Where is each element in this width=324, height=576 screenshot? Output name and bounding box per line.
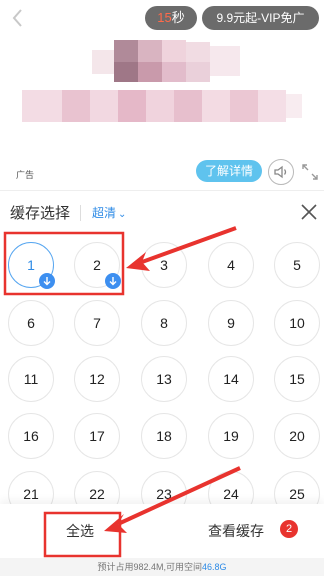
- episode-button[interactable]: 16: [8, 413, 54, 459]
- storage-info: 预计占用982.4M,可用空间46.8G: [0, 558, 324, 576]
- episode-number: 16: [23, 428, 39, 444]
- episode-number: 20: [289, 428, 305, 444]
- panel-title: 缓存选择: [10, 205, 71, 222]
- view-cache-button[interactable]: 查看缓存: [208, 521, 264, 541]
- vip-skip-ad-button[interactable]: 9.9元起-VIP免广: [202, 6, 319, 30]
- ad-tag: 广告: [16, 170, 35, 180]
- episode-number: 9: [227, 315, 235, 331]
- episode-number: 24: [223, 486, 239, 502]
- download-icon: [105, 273, 121, 289]
- episode-number: 23: [156, 486, 172, 502]
- blurred-ad-image: [92, 40, 242, 82]
- episode-number: 2: [93, 257, 101, 273]
- episode-number: 18: [156, 428, 172, 444]
- episode-button[interactable]: 12: [74, 356, 120, 402]
- episode-number: 22: [89, 486, 105, 502]
- episode-number: 4: [227, 257, 235, 273]
- countdown-value: 15: [157, 10, 172, 25]
- episode-number: 21: [23, 486, 39, 502]
- episode-number: 8: [160, 315, 168, 331]
- episode-number: 3: [160, 257, 168, 273]
- learn-more-button[interactable]: 了解详情: [196, 160, 262, 182]
- fullscreen-icon[interactable]: [300, 162, 320, 182]
- episode-number: 14: [223, 371, 239, 387]
- episode-number: 19: [223, 428, 239, 444]
- bottom-action-bar: 全选 查看缓存 2: [0, 504, 324, 558]
- chevron-down-icon: ⌄: [118, 209, 127, 220]
- volume-icon: [274, 165, 287, 179]
- episode-button[interactable]: 18: [141, 413, 187, 459]
- episode-button[interactable]: 14: [208, 356, 254, 402]
- episode-button[interactable]: 5: [274, 242, 320, 288]
- cache-count-badge: 2: [280, 520, 298, 538]
- blurred-ad-text: [22, 90, 302, 122]
- episode-button[interactable]: 19: [208, 413, 254, 459]
- divider: [80, 205, 81, 221]
- episode-button[interactable]: 1: [8, 242, 55, 289]
- episode-button[interactable]: 15: [274, 356, 320, 402]
- episode-number: 11: [23, 371, 39, 387]
- quality-selector[interactable]: 超清 ⌄: [92, 204, 126, 221]
- storage-estimate: 预计占用982.4M,可用空间: [97, 562, 202, 572]
- download-icon: [39, 273, 55, 289]
- countdown-unit: 秒: [171, 10, 185, 25]
- ad-countdown: 15秒: [145, 6, 197, 30]
- episode-button[interactable]: 13: [141, 356, 187, 402]
- close-icon[interactable]: [298, 201, 320, 223]
- episode-number: 12: [89, 371, 105, 387]
- episode-button[interactable]: 6: [8, 300, 54, 346]
- episode-button[interactable]: 9: [208, 300, 254, 346]
- quality-label: 超清: [92, 206, 117, 220]
- cache-selection-panel: 缓存选择 超清 ⌄ 1 2 3 4 5 6 7 8 9 10 11 12 13 14 15 16 17 18 19 20…: [0, 190, 324, 576]
- volume-button[interactable]: [268, 159, 294, 185]
- episode-button[interactable]: 8: [141, 300, 187, 346]
- select-all-button[interactable]: 全选: [66, 521, 94, 541]
- episode-button[interactable]: 10: [274, 300, 320, 346]
- episode-button[interactable]: 7: [74, 300, 120, 346]
- episode-button[interactable]: 4: [208, 242, 254, 288]
- episode-button[interactable]: 17: [74, 413, 120, 459]
- episode-number: 13: [156, 371, 172, 387]
- back-icon[interactable]: [8, 6, 28, 30]
- episode-number: 1: [27, 257, 35, 273]
- ad-area: 15秒 9.9元起-VIP免广 广告 了解详情: [0, 0, 324, 190]
- episode-button[interactable]: 2: [74, 242, 121, 289]
- episode-number: 15: [289, 371, 305, 387]
- episode-number: 6: [27, 315, 35, 331]
- episode-number: 17: [89, 428, 105, 444]
- episode-number: 7: [93, 315, 101, 331]
- episode-number: 25: [289, 486, 305, 502]
- episode-number: 10: [289, 315, 305, 331]
- episode-number: 5: [293, 257, 301, 273]
- episode-button[interactable]: 20: [274, 413, 320, 459]
- episode-button[interactable]: 11: [8, 356, 54, 402]
- storage-free: 46.8G: [202, 562, 227, 572]
- episode-button[interactable]: 3: [141, 242, 187, 288]
